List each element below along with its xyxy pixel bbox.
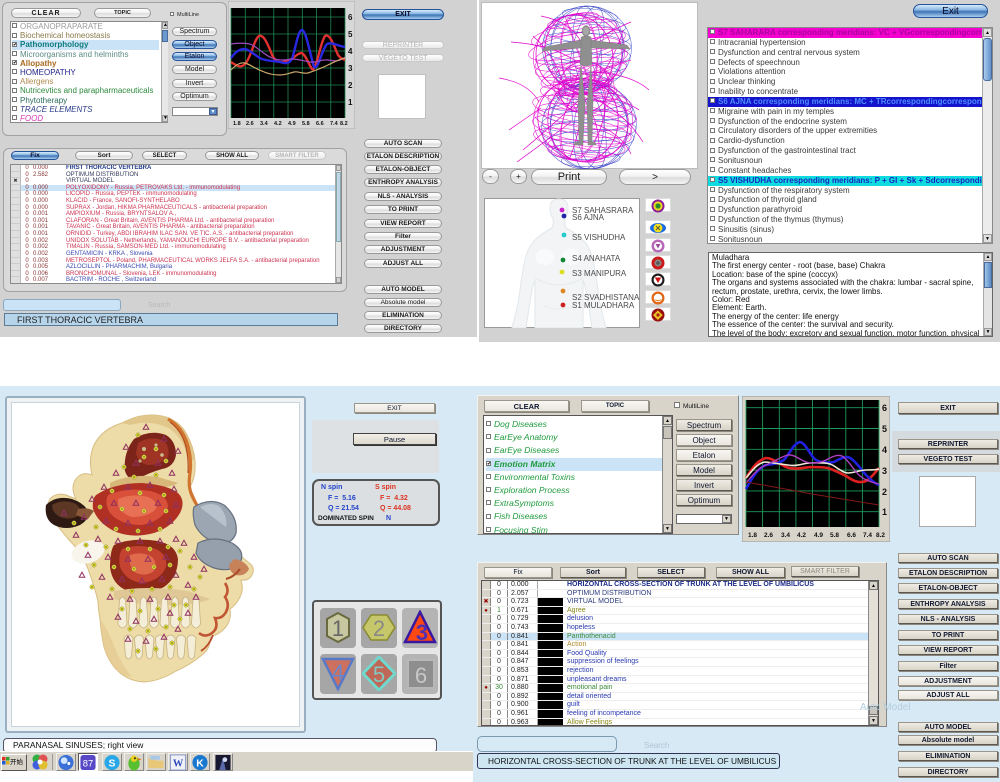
svg-text:S: S (109, 758, 116, 769)
svg-text:5: 5 (882, 424, 887, 434)
svg-text:6.6: 6.6 (847, 532, 856, 539)
svg-text:2.6: 2.6 (764, 532, 773, 539)
svg-text:3: 3 (416, 620, 428, 645)
svg-text:S1 MULADHARA: S1 MULADHARA (572, 301, 635, 310)
svg-text:7.4: 7.4 (330, 121, 339, 127)
svg-text:87: 87 (83, 758, 94, 769)
svg-text:6: 6 (882, 403, 887, 413)
svg-text:W: W (173, 758, 184, 769)
svg-text:1: 1 (348, 98, 353, 107)
svg-text:4: 4 (882, 445, 887, 455)
svg-text:4.9: 4.9 (288, 121, 296, 127)
svg-text:6.6: 6.6 (316, 121, 324, 127)
svg-text:4.2: 4.2 (274, 121, 282, 127)
svg-text:4.2: 4.2 (797, 532, 806, 539)
svg-text:4.9: 4.9 (814, 532, 823, 539)
svg-text:3.4: 3.4 (781, 532, 790, 539)
svg-text:4: 4 (332, 660, 344, 685)
svg-text:5.8: 5.8 (302, 121, 310, 127)
svg-text:1.8: 1.8 (233, 121, 241, 127)
svg-text:8.2: 8.2 (876, 532, 885, 539)
svg-text:S6 AJNA: S6 AJNA (572, 213, 605, 222)
svg-text:2.6: 2.6 (246, 121, 254, 127)
svg-text:K: K (196, 758, 204, 769)
svg-text:2: 2 (882, 487, 887, 497)
svg-text:5: 5 (348, 30, 353, 39)
svg-text:1: 1 (332, 616, 344, 641)
svg-text:1: 1 (882, 507, 887, 517)
svg-text:2: 2 (348, 81, 353, 90)
svg-text:6: 6 (348, 13, 353, 22)
svg-text:6: 6 (415, 663, 427, 688)
svg-text:3.4: 3.4 (260, 121, 269, 127)
svg-text:8.2: 8.2 (340, 121, 348, 127)
svg-text:S4 ANAHATA: S4 ANAHATA (572, 254, 621, 263)
svg-text:S3 MANIPURA: S3 MANIPURA (572, 269, 627, 278)
svg-text:7.4: 7.4 (863, 532, 872, 539)
svg-text:S5 VISHUDHA: S5 VISHUDHA (572, 233, 626, 242)
svg-text:4: 4 (348, 47, 353, 56)
svg-text:2: 2 (373, 616, 385, 641)
svg-text:5.8: 5.8 (830, 532, 839, 539)
svg-text:3: 3 (348, 64, 353, 73)
svg-text:1.8: 1.8 (748, 532, 757, 539)
svg-text:3: 3 (882, 466, 887, 476)
svg-text:5: 5 (373, 662, 385, 687)
